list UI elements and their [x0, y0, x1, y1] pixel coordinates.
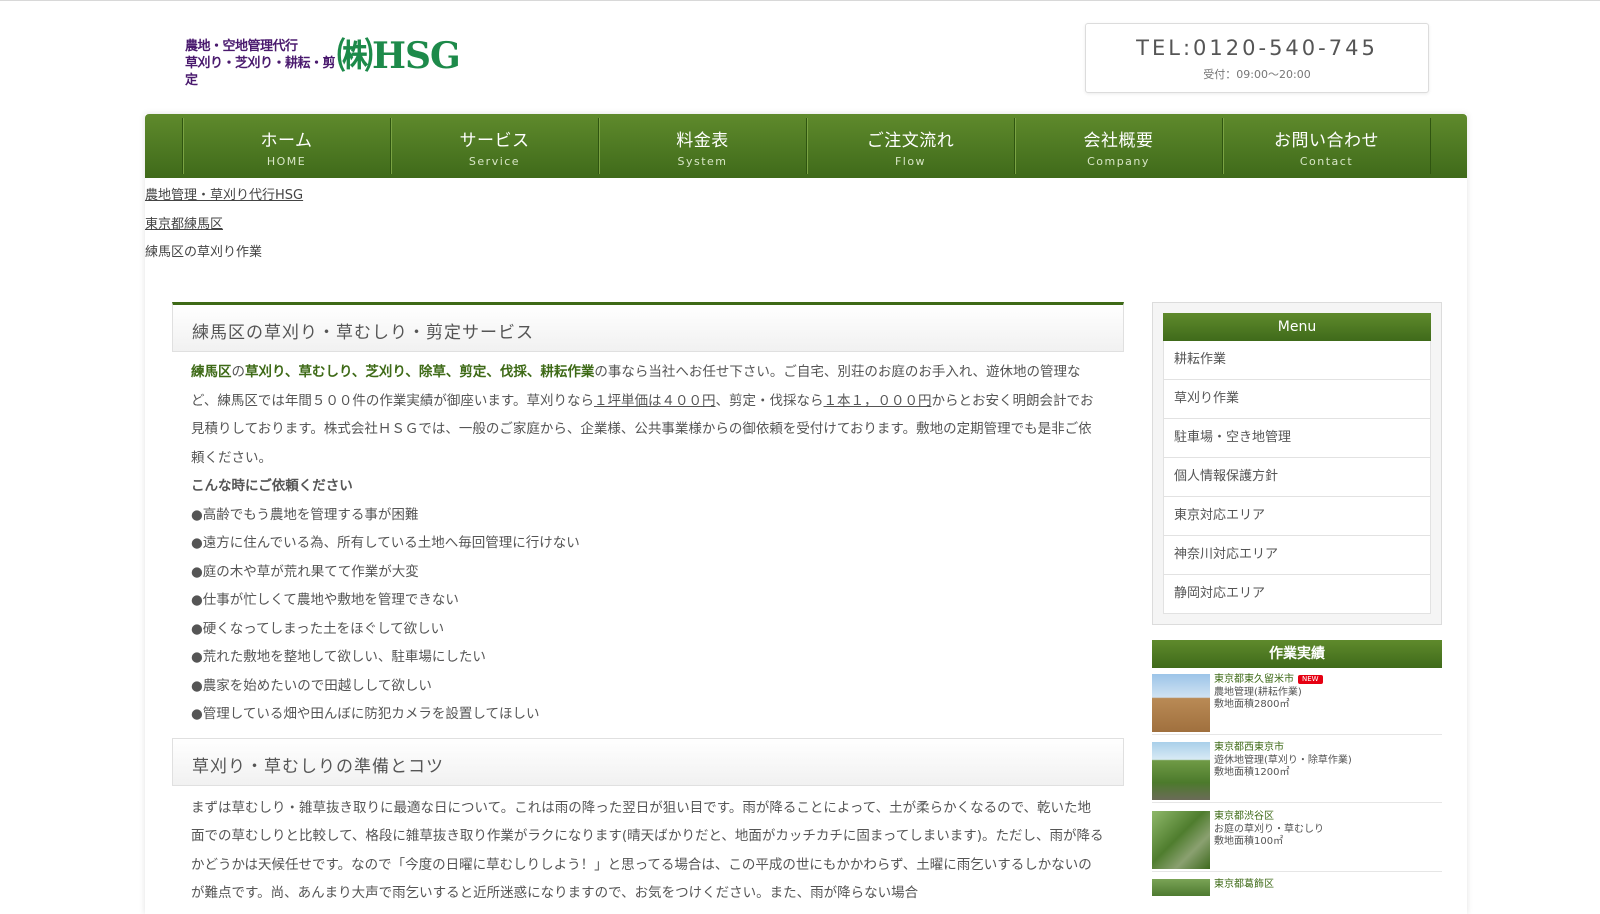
nav-contact[interactable]: お問い合わせ Contact	[1222, 118, 1431, 174]
main-content: 練馬区の草刈り・草むしり・剪定サービス 練馬区の草刈り、草むしり、芝刈り、除草、…	[172, 302, 1124, 908]
new-badge: NEW	[1298, 675, 1323, 684]
tel-number[interactable]: TEL:0120-540-745	[1086, 36, 1428, 60]
tel-box[interactable]: TEL:0120-540-745 受付：09:00〜20:00	[1085, 23, 1429, 93]
highlight-area: 練馬区	[191, 364, 232, 380]
work-thumbnail	[1152, 811, 1210, 869]
nav-label: ご注文流れ	[866, 131, 955, 151]
logo-brand: ㈱HSG	[337, 35, 461, 77]
work-place: 東京都葛飾区	[1214, 879, 1274, 890]
side-menu-item[interactable]: 個人情報保護方針	[1163, 458, 1431, 497]
global-nav: ホーム HOME サービス Service 料金表 System ご注文流れ F…	[145, 114, 1467, 178]
work-type: お庭の草刈り・草むしり	[1214, 823, 1324, 835]
nav-sublabel: HOME	[266, 155, 307, 168]
list-item: ●庭の木や草が荒れ果てて作業が大変	[191, 563, 419, 580]
price-link-grass[interactable]: １坪単価は４００円	[594, 393, 716, 409]
text: 、剪定・伐採なら	[715, 392, 824, 409]
section-title: 草刈り・草むしりの準備とコツ	[192, 756, 444, 777]
work-text: 東京都西東京市 遊休地管理(草刈り・除草作業) 敷地面積1200㎡	[1214, 742, 1352, 780]
nav-sublabel: System	[677, 155, 728, 168]
nav-label: サービス	[459, 131, 530, 151]
work-type: 農地管理(耕耘作業)	[1214, 686, 1302, 698]
nav-label: ホーム	[260, 131, 313, 151]
list-item: ●荒れた敷地を整地して欲しい、駐車場にしたい	[191, 649, 486, 665]
nav-service[interactable]: サービス Service	[390, 118, 598, 174]
tel-hours: 受付：09:00〜20:00	[1203, 68, 1311, 81]
price-link-tree[interactable]: １本１，０００円	[823, 393, 931, 409]
list-item: ●仕事が忙しくて農地や敷地を管理できない	[191, 592, 459, 608]
text: の	[231, 364, 246, 380]
work-text: 東京都渋谷区 お庭の草刈り・草むしり 敷地面積100㎡	[1214, 811, 1324, 849]
work-place: 東京都東久留米市	[1214, 674, 1294, 685]
breadcrumb-home[interactable]: 農地管理・草刈り代行HSG	[145, 184, 303, 203]
nav-company[interactable]: 会社概要 Company	[1014, 118, 1222, 174]
side-menu-item[interactable]: 耕耘作業	[1163, 341, 1431, 380]
logo-tagline-line1: 農地・空地管理代行	[185, 39, 298, 54]
work-area: 敷地面積2800㎡	[1214, 699, 1290, 710]
nav-label: 会社概要	[1083, 131, 1154, 151]
highlight-services: 草刈り、草むしり、芝刈り、除草、剪定、伐採、耕耘作業	[245, 364, 595, 380]
work-type: 遊休地管理(草刈り・除草作業)	[1214, 754, 1352, 766]
work-text: 東京都葛飾区	[1214, 879, 1274, 892]
work-thumbnail	[1152, 742, 1210, 800]
intro-paragraph: 練馬区の草刈り、草むしり、芝刈り、除草、剪定、伐採、耕耘作業の事なら当社へお任せ…	[172, 352, 1124, 472]
work-item[interactable]: 東京都渋谷区 お庭の草刈り・草むしり 敷地面積100㎡	[1152, 811, 1442, 872]
list-item: ●管理している畑や田んぼに防犯カメラを設置してほしい	[191, 706, 540, 722]
work-area: 敷地面積100㎡	[1214, 836, 1284, 847]
section-title: 練馬区の草刈り・草むしり・剪定サービス	[192, 323, 534, 343]
work-thumbnail	[1152, 879, 1210, 896]
list-item: ●農家を始めたいので田越しして欲しい	[191, 677, 432, 694]
list-item: ●遠方に住んでいる為、所有している土地へ毎回管理に行けない	[191, 535, 580, 551]
side-menu-item[interactable]: 東京対応エリア	[1163, 497, 1431, 536]
list-item: ●硬くなってしまった土をほぐして欲しい	[191, 620, 445, 637]
nav-sublabel: Company	[1087, 155, 1150, 168]
nav-sublabel: Flow	[894, 155, 927, 168]
nav-home[interactable]: ホーム HOME	[182, 118, 390, 174]
side-menu: Menu 耕耘作業 草刈り作業 駐車場・空き地管理 個人情報保護方針 東京対応エ…	[1152, 302, 1442, 625]
work-item[interactable]: 東京都西東京市 遊休地管理(草刈り・除草作業) 敷地面積1200㎡	[1152, 742, 1442, 803]
nav-sublabel: Contact	[1299, 155, 1354, 168]
nav-label: 料金表	[676, 131, 729, 151]
side-menu-item[interactable]: 神奈川対応エリア	[1163, 536, 1431, 575]
tips-paragraph: まずは草むしり・雑草抜き取りに最適な日について。これは雨の降った翌日が狙い目です…	[191, 799, 1104, 902]
nav-system[interactable]: 料金表 System	[598, 118, 806, 174]
side-menu-item[interactable]: 静岡対応エリア	[1163, 575, 1431, 614]
nav-flow[interactable]: ご注文流れ Flow	[806, 118, 1014, 174]
logo-tagline: 農地・空地管理代行 草刈り・芝刈り・耕耘・剪定	[185, 38, 337, 89]
work-area: 敷地面積1200㎡	[1214, 767, 1290, 778]
work-place: 東京都渋谷区	[1214, 811, 1274, 822]
side-menu-title: Menu	[1163, 313, 1431, 341]
list-item: ●高齢でもう農地を管理する事が困難	[191, 506, 419, 523]
nav-label: お問い合わせ	[1274, 131, 1379, 151]
work-item[interactable]: 東京都葛飾区	[1152, 879, 1442, 896]
side-menu-item[interactable]: 草刈り作業	[1163, 380, 1431, 419]
work-thumbnail	[1152, 674, 1210, 732]
top-border	[0, 0, 1600, 1]
breadcrumb-current: 練馬区の草刈り作業	[145, 245, 263, 260]
side-menu-item[interactable]: 駐車場・空き地管理	[1163, 419, 1431, 458]
request-heading: こんな時にご依頼ください	[191, 478, 353, 494]
nav-sublabel: Service	[468, 155, 521, 168]
work-place: 東京都西東京市	[1214, 742, 1284, 753]
section-heading-1: 練馬区の草刈り・草むしり・剪定サービス	[172, 302, 1124, 352]
breadcrumb-area[interactable]: 東京都練馬区	[145, 213, 223, 232]
section-heading-2: 草刈り・草むしりの準備とコツ	[172, 737, 1124, 786]
work-item[interactable]: 東京都東久留米市 NEW 農地管理(耕耘作業) 敷地面積2800㎡	[1152, 674, 1442, 735]
logo-tagline-line2: 草刈り・芝刈り・耕耘・剪定	[185, 56, 336, 88]
work-text: 東京都東久留米市 NEW 農地管理(耕耘作業) 敷地面積2800㎡	[1214, 674, 1323, 712]
sidebar: Menu 耕耘作業 草刈り作業 駐車場・空き地管理 個人情報保護方針 東京対応エ…	[1152, 302, 1442, 625]
works-title: 作業実績	[1152, 640, 1442, 668]
